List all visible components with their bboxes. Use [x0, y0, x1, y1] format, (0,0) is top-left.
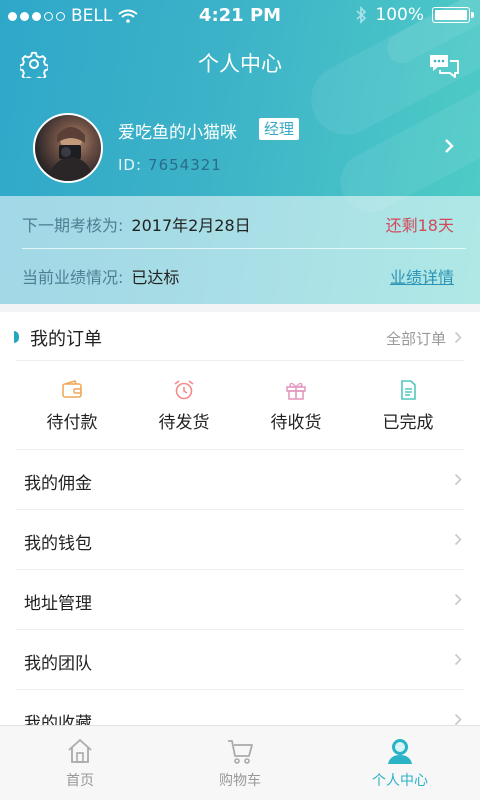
- order-tab-pending-receipt[interactable]: 待收货: [240, 361, 352, 449]
- user-id-value: 7654321: [148, 156, 222, 174]
- order-tab-label: 待收货: [270, 412, 322, 433]
- days-remaining: 还剩18天: [385, 216, 454, 235]
- messages-icon[interactable]: [428, 52, 460, 80]
- user-id-label: ID:: [118, 156, 143, 174]
- menu-item-address[interactable]: 地址管理: [16, 570, 464, 630]
- chevron-right-icon: [454, 653, 462, 666]
- wallet-icon: [62, 379, 82, 398]
- order-tab-pending-shipment[interactable]: 待发货: [128, 361, 240, 449]
- order-tab-label: 待付款: [46, 412, 98, 433]
- user-id: ID: 7654321: [118, 156, 222, 174]
- menu-item-label: 地址管理: [24, 594, 92, 614]
- cart-icon: [228, 740, 253, 764]
- bottom-tab-bar: 首页 购物车 个人中心: [0, 725, 480, 800]
- alarm-clock-icon: [174, 379, 194, 399]
- order-tab-completed[interactable]: 已完成: [352, 361, 464, 449]
- chevron-right-icon[interactable]: [454, 331, 462, 344]
- all-orders-link[interactable]: 全部订单: [386, 328, 446, 349]
- avatar[interactable]: [33, 113, 103, 183]
- assessment-panel: 下一期考核为: 2017年2月28日 还剩18天 当前业绩情况: 已达标 业绩详…: [0, 196, 480, 304]
- next-assessment-row: 下一期考核为: 2017年2月28日 还剩18天: [22, 204, 454, 244]
- performance-status: 已达标: [131, 268, 180, 287]
- order-tab-label: 待发货: [158, 412, 210, 433]
- orders-card: 我的订单 全部订单 待付款 待发货 待收货 已完成 我的佣金 我的钱包 地址管理…: [0, 312, 480, 750]
- role-badge: 经理: [259, 118, 300, 140]
- performance-details-link[interactable]: 业绩详情: [390, 264, 454, 288]
- tab-cart[interactable]: 购物车: [160, 726, 320, 800]
- bluetooth-icon: [356, 6, 367, 24]
- performance-row: 当前业绩情况: 已达标 业绩详情: [22, 256, 454, 296]
- tab-profile[interactable]: 个人中心: [320, 726, 480, 800]
- profile-header: BELL 4:21 PM 100% 个人中心 爱吃鱼的小猫咪 经理 ID: 76…: [0, 0, 480, 304]
- menu-item-label: 我的团队: [24, 654, 92, 674]
- gift-icon: [286, 382, 306, 400]
- page-title: 个人中心: [198, 52, 282, 76]
- username: 爱吃鱼的小猫咪: [118, 123, 237, 143]
- performance-label: 当前业绩情况:: [22, 268, 124, 287]
- tab-label: 购物车: [219, 773, 261, 789]
- home-icon: [68, 739, 92, 763]
- document-icon: [401, 379, 416, 400]
- menu-item-label: 我的钱包: [24, 534, 92, 554]
- section-marker: [14, 331, 19, 343]
- chevron-right-icon: [454, 473, 462, 486]
- chevron-right-icon: [454, 533, 462, 546]
- order-tab-pending-payment[interactable]: 待付款: [16, 361, 128, 449]
- menu-item-label: 我的佣金: [24, 474, 92, 494]
- battery-percent: 100%: [375, 5, 424, 25]
- menu-item-commission[interactable]: 我的佣金: [16, 450, 464, 510]
- tab-label: 首页: [66, 773, 94, 789]
- tab-home[interactable]: 首页: [0, 726, 160, 800]
- next-assessment-label: 下一期考核为:: [22, 216, 124, 235]
- chevron-right-icon: [454, 593, 462, 606]
- profile-chevron-right-icon[interactable]: [444, 138, 454, 154]
- order-status-tabs: 待付款 待发货 待收货 已完成: [16, 361, 464, 450]
- divider: [22, 248, 466, 249]
- tab-label: 个人中心: [372, 773, 428, 789]
- orders-header: 我的订单 全部订单: [14, 312, 464, 361]
- user-icon: [388, 739, 412, 764]
- status-bar: BELL 4:21 PM 100%: [0, 0, 480, 32]
- avatar-photo-icon: [49, 127, 93, 181]
- order-tab-label: 已完成: [382, 412, 434, 433]
- orders-title: 我的订单: [30, 329, 102, 350]
- battery-icon: [432, 7, 474, 23]
- next-assessment-date: 2017年2月28日: [131, 216, 251, 235]
- menu-item-team[interactable]: 我的团队: [16, 630, 464, 690]
- menu-item-wallet[interactable]: 我的钱包: [16, 510, 464, 570]
